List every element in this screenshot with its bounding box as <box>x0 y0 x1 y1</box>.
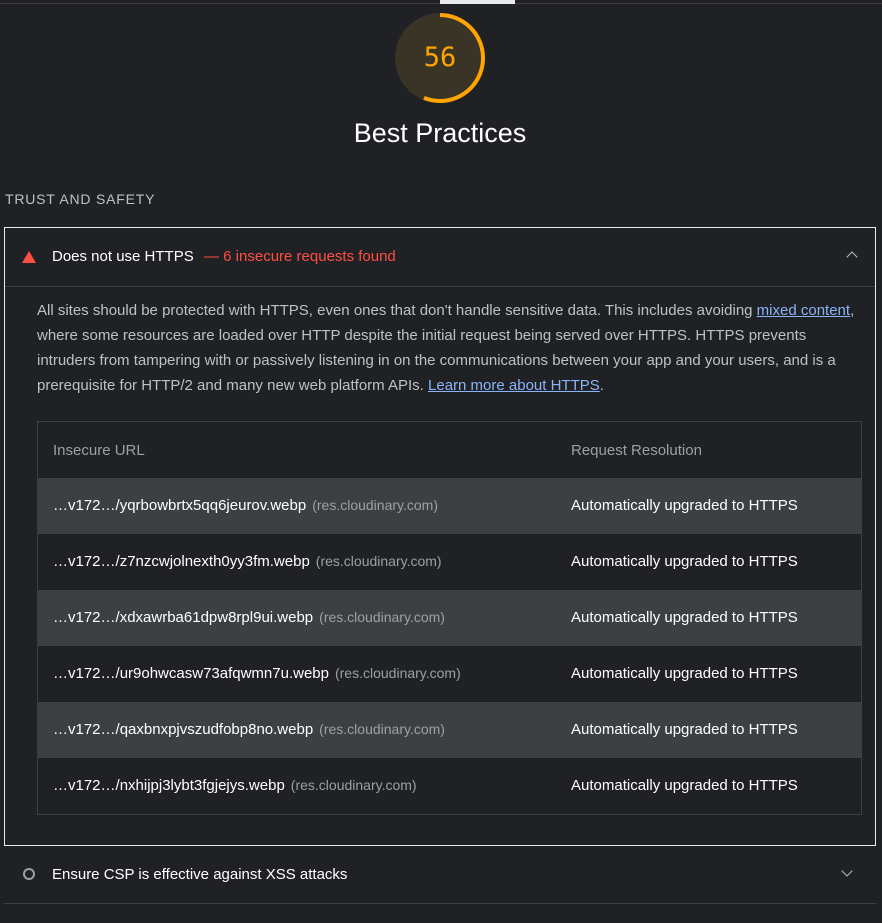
url-cell: …v172…/z7nzcwjolnexth0yy3fm.webp (res.clo… <box>53 553 442 570</box>
description-text-3: . <box>599 377 604 394</box>
audit-header-https[interactable]: Does not use HTTPS — 6 insecure requests… <box>5 228 875 287</box>
resolution-cell: Automatically upgraded to HTTPS <box>571 721 798 738</box>
audit-csp-xss[interactable]: Ensure CSP is effective against XSS atta… <box>4 846 876 904</box>
column-header-request-resolution: Request Resolution <box>571 442 702 459</box>
url-text: …v172…/qaxbnxpjvszudfobp8no.webp <box>53 721 314 738</box>
resolution-cell: Automatically upgraded to HTTPS <box>571 553 798 570</box>
insecure-requests-table: Insecure URL Request Resolution …v172…/y… <box>37 421 862 815</box>
fail-triangle-icon <box>22 251 36 263</box>
resolution-cell: Automatically upgraded to HTTPS <box>571 665 798 682</box>
resolution-cell: Automatically upgraded to HTTPS <box>571 777 798 794</box>
host-text: (res.cloudinary.com) <box>319 721 445 737</box>
url-text: …v172…/xdxawrba61dpw8rpl9ui.webp <box>53 609 314 626</box>
url-text: …v172…/yqrbowbrtx5qq6jeurov.webp <box>53 497 307 514</box>
mixed-content-link[interactable]: mixed content <box>757 302 850 319</box>
score-value: 56 <box>423 42 457 73</box>
audit-title: Does not use HTTPS <box>52 248 194 265</box>
table-row: …v172…/qaxbnxpjvszudfobp8no.webp (res.clo… <box>38 702 861 758</box>
informative-circle-icon <box>23 868 35 880</box>
url-cell: …v172…/ur9ohwcasw73afqwmn7u.webp (res.clo… <box>53 665 461 682</box>
url-cell: …v172…/nxhijpj3lybt3fgjejys.webp (res.clo… <box>53 777 417 794</box>
table-row: …v172…/nxhijpj3lybt3fgjejys.webp (res.clo… <box>38 758 861 814</box>
chevron-up-icon[interactable] <box>846 251 858 263</box>
column-header-insecure-url: Insecure URL <box>53 442 145 459</box>
host-text: (res.cloudinary.com) <box>319 609 445 625</box>
host-text: (res.cloudinary.com) <box>290 777 417 793</box>
active-tab-indicator <box>440 0 515 4</box>
url-cell: …v172…/qaxbnxpjvszudfobp8no.webp (res.clo… <box>53 721 445 738</box>
audit-display-value: — 6 insecure requests found <box>204 248 396 265</box>
url-cell: …v172…/xdxawrba61dpw8rpl9ui.webp (res.clo… <box>53 609 445 626</box>
audit-does-not-use-https: Does not use HTTPS — 6 insecure requests… <box>4 227 876 846</box>
url-text: …v172…/nxhijpj3lybt3fgjejys.webp <box>53 777 285 794</box>
url-text: …v172…/ur9ohwcasw73afqwmn7u.webp <box>53 665 329 682</box>
description-text-1: All sites should be protected with HTTPS… <box>37 302 757 319</box>
score-gauge[interactable]: 56 <box>391 9 489 107</box>
audit-title: Ensure CSP is effective against XSS atta… <box>52 866 348 883</box>
url-cell: …v172…/yqrbowbrtx5qq6jeurov.webp (res.clo… <box>53 497 438 514</box>
table-row: …v172…/ur9ohwcasw73afqwmn7u.webp (res.clo… <box>38 646 861 702</box>
host-text: (res.cloudinary.com) <box>312 497 438 513</box>
host-text: (res.cloudinary.com) <box>334 665 461 681</box>
audit-description: All sites should be protected with HTTPS… <box>37 298 863 398</box>
resolution-cell: Automatically upgraded to HTTPS <box>571 497 798 514</box>
host-text: (res.cloudinary.com) <box>315 553 442 569</box>
learn-more-https-link[interactable]: Learn more about HTTPS <box>428 377 600 394</box>
table-header-row: Insecure URL Request Resolution <box>38 422 861 478</box>
category-title: Best Practices <box>353 118 527 148</box>
url-text: …v172…/z7nzcwjolnexth0yy3fm.webp <box>53 553 310 570</box>
resolution-cell: Automatically upgraded to HTTPS <box>571 609 798 626</box>
table-row: …v172…/yqrbowbrtx5qq6jeurov.webp (res.clo… <box>38 478 861 534</box>
audit-group-title: TRUST AND SAFETY <box>5 191 156 207</box>
table-row: …v172…/xdxawrba61dpw8rpl9ui.webp (res.clo… <box>38 590 861 646</box>
table-row: …v172…/z7nzcwjolnexth0yy3fm.webp (res.clo… <box>38 534 861 590</box>
